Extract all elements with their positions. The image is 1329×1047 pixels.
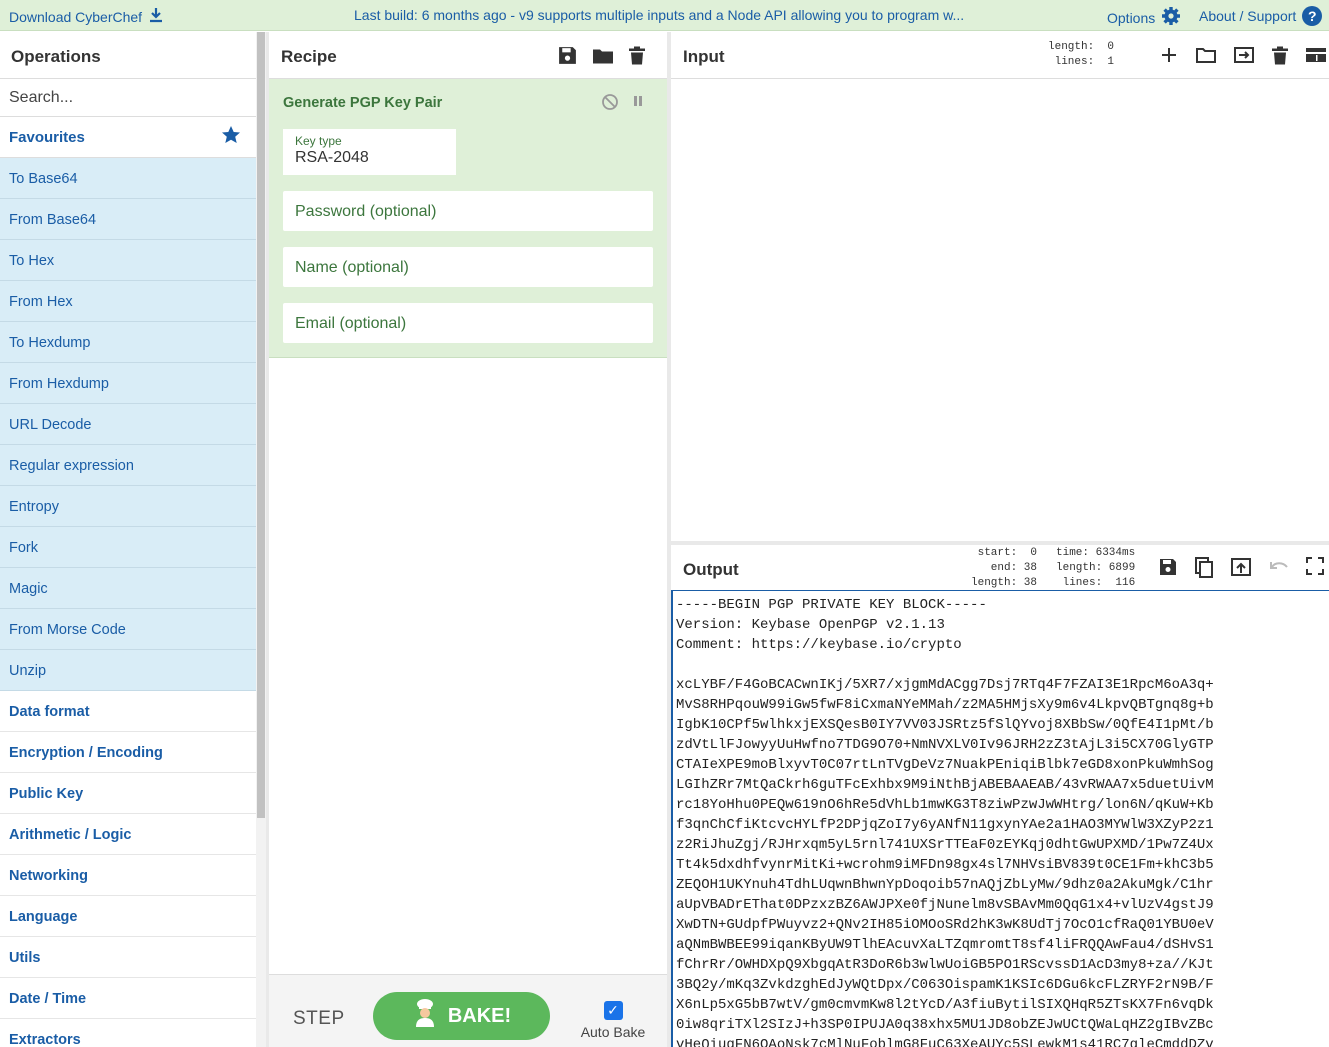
auto-bake-toggle[interactable]: ✓ Auto Bake [580, 1001, 646, 1040]
favourite-item[interactable]: Unzip [0, 650, 256, 691]
key-type-value: RSA-2048 [295, 149, 369, 166]
name-placeholder: Name (optional) [295, 259, 409, 276]
recipe-panel: Recipe Generate PGP Key Pair Key type RS… [269, 32, 667, 1047]
input-toolbar [1159, 45, 1327, 71]
name-field[interactable]: Name (optional) [283, 247, 653, 287]
about-support-button[interactable]: About / Support ? [1199, 6, 1323, 26]
password-placeholder: Password (optional) [295, 203, 437, 220]
input-title: Input [683, 47, 725, 66]
build-notice[interactable]: Last build: 6 months ago - v9 supports m… [354, 7, 964, 23]
category-item[interactable]: Networking [0, 855, 256, 896]
category-item[interactable]: Arithmetic / Logic [0, 814, 256, 855]
recipe-toolbar [557, 45, 646, 71]
favourite-item[interactable]: To Base64 [0, 158, 256, 199]
load-file-icon[interactable] [1233, 45, 1255, 71]
input-textarea[interactable] [671, 79, 1329, 541]
layout-icon[interactable] [1305, 45, 1327, 71]
chef-icon [412, 998, 438, 1034]
run-stats: time: 6334ms length: 6899 lines: 116 [1056, 547, 1136, 589]
top-banner: Download CyberChef Last build: 6 months … [0, 0, 1329, 31]
key-type-label: Key type [295, 134, 342, 148]
favourite-item[interactable]: From Base64 [0, 199, 256, 240]
input-header: Input length: 0 lines: 1 [671, 32, 1329, 79]
key-type-select[interactable]: Key type RSA-2048 [283, 129, 456, 175]
add-icon[interactable] [1159, 45, 1179, 71]
operations-title: Operations [0, 32, 256, 79]
search-box [0, 79, 256, 117]
options-button[interactable]: Options [1107, 6, 1181, 29]
output-header: Output start: 0 end: 38 length: 38 time:… [671, 545, 1329, 591]
scrollbar-thumb[interactable] [257, 32, 265, 818]
copy-icon[interactable] [1194, 557, 1214, 584]
favourites-header[interactable]: Favourites [0, 117, 256, 158]
auto-bake-label: Auto Bake [580, 1024, 646, 1040]
favourite-item[interactable]: Magic [0, 568, 256, 609]
save-output-icon[interactable] [1158, 557, 1178, 584]
bake-label: BAKE! [447, 1004, 512, 1027]
category-item[interactable]: Encryption / Encoding [0, 732, 256, 773]
bake-controls: STEP BAKE! ✓ Auto Bake [269, 974, 667, 1047]
download-label: Download CyberChef [9, 8, 143, 25]
category-item[interactable]: Date / Time [0, 978, 256, 1019]
password-field[interactable]: Password (optional) [283, 191, 653, 231]
auto-bake-checkbox[interactable]: ✓ [603, 1001, 623, 1020]
selection-stats: start: 0 end: 38 length: 38 [971, 547, 1038, 589]
favourite-item[interactable]: To Hexdump [0, 322, 256, 363]
step-button[interactable]: STEP [293, 1008, 345, 1030]
breakpoint-icon[interactable] [631, 94, 645, 113]
output-content: -----BEGIN PGP PRIVATE KEY BLOCK----- Ve… [676, 597, 1214, 1047]
favourite-item[interactable]: To Hex [0, 240, 256, 281]
operations-panel: Operations Favourites To Base64 From Bas… [0, 32, 256, 1047]
category-item[interactable]: Extractors [0, 1019, 256, 1047]
favourite-item[interactable]: Regular expression [0, 445, 256, 486]
gear-icon [1161, 6, 1181, 29]
category-item[interactable]: Language [0, 896, 256, 937]
favourite-item[interactable]: From Hexdump [0, 363, 256, 404]
favourite-item[interactable]: From Morse Code [0, 609, 256, 650]
favourite-item[interactable]: From Hex [0, 281, 256, 322]
maximise-icon[interactable] [1306, 557, 1324, 584]
open-folder-icon[interactable] [1195, 45, 1217, 71]
disable-icon[interactable] [601, 93, 619, 116]
search-input[interactable] [9, 79, 247, 116]
input-stats: length: 0 lines: 1 [1048, 41, 1115, 68]
email-field[interactable]: Email (optional) [283, 303, 653, 343]
folder-icon[interactable] [592, 45, 614, 71]
output-toolbar [1158, 557, 1324, 584]
download-link[interactable]: Download CyberChef [9, 7, 164, 26]
email-placeholder: Email (optional) [295, 315, 407, 332]
category-item[interactable]: Data format [0, 691, 256, 732]
star-icon[interactable] [221, 125, 241, 149]
output-text[interactable]: -----BEGIN PGP PRIVATE KEY BLOCK----- Ve… [671, 591, 1329, 1047]
operations-scrollbar[interactable] [256, 32, 266, 1047]
download-icon [148, 7, 164, 26]
favourite-item[interactable]: Fork [0, 527, 256, 568]
category-item[interactable]: Public Key [0, 773, 256, 814]
category-item[interactable]: Utils [0, 937, 256, 978]
operation-card[interactable]: Generate PGP Key Pair Key type RSA-2048 … [269, 79, 667, 358]
operation-name: Generate PGP Key Pair [283, 95, 443, 111]
output-title: Output [683, 560, 739, 579]
favourite-item[interactable]: URL Decode [0, 404, 256, 445]
replace-input-icon[interactable] [1230, 557, 1252, 584]
favourites-label: Favourites [9, 128, 85, 146]
trash-icon[interactable] [628, 45, 646, 71]
help-icon: ? [1302, 6, 1323, 26]
io-panel: Input length: 0 lines: 1 Output start: 0… [671, 32, 1329, 1047]
clear-input-icon[interactable] [1271, 45, 1289, 71]
bake-button[interactable]: BAKE! [373, 992, 550, 1040]
undo-icon [1268, 557, 1290, 584]
favourite-item[interactable]: Entropy [0, 486, 256, 527]
options-label: Options [1107, 9, 1156, 26]
save-icon[interactable] [557, 45, 578, 71]
about-label: About / Support [1199, 8, 1297, 24]
